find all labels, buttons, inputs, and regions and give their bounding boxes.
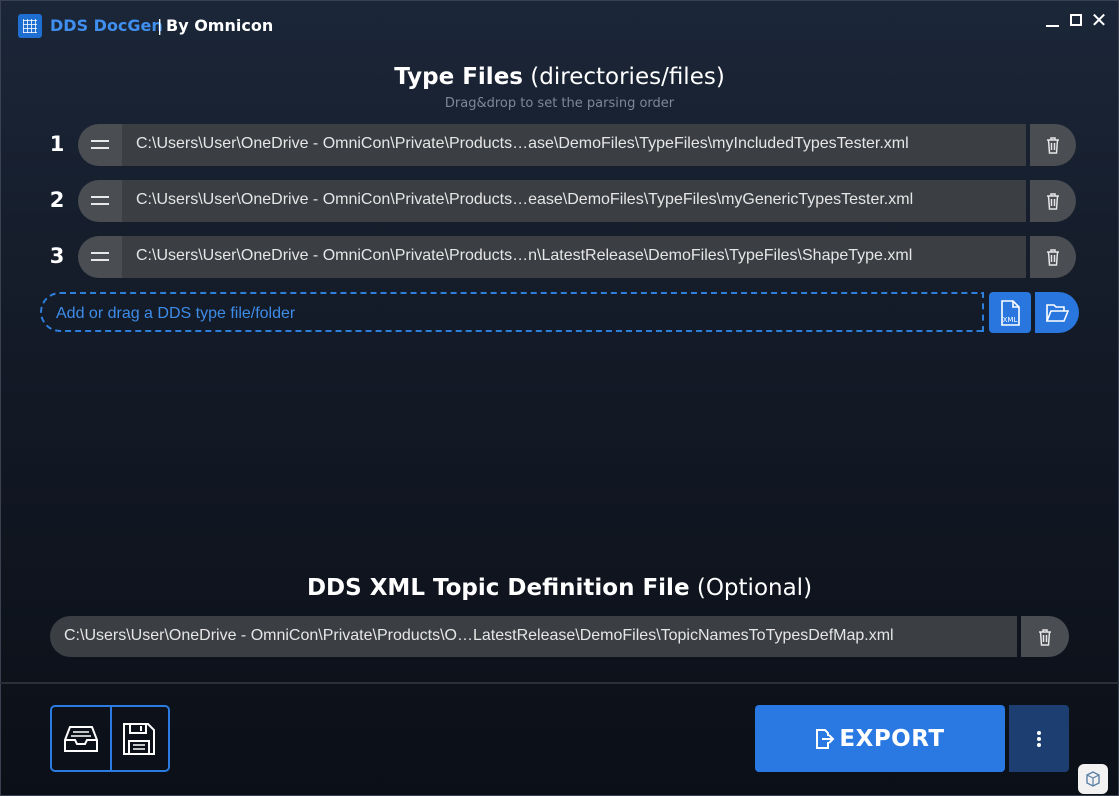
topic-file-row: C:\Users\User\OneDrive - OmniCon\Private… [50, 616, 1069, 657]
delete-topic-file-button[interactable] [1021, 616, 1069, 657]
topic-file-title: DDS XML Topic Definition File [306, 575, 690, 601]
add-xml-file-button[interactable]: XML [989, 292, 1031, 333]
add-folder-button[interactable] [1035, 292, 1079, 333]
omnicon-logo-icon [1086, 771, 1100, 787]
row-index: 1 [49, 132, 65, 156]
omnicon-badge-icon[interactable] [1078, 764, 1108, 794]
minimize-icon[interactable] [1042, 10, 1062, 30]
file-export-icon [816, 728, 835, 749]
app-name: DDS DocGen [50, 16, 163, 35]
window-border [0, 0, 1119, 796]
file-path-text: C:\Users\User\OneDrive - OmniCon\Private… [136, 247, 913, 264]
drag-handle-icon[interactable] [78, 124, 122, 166]
load-config-button[interactable] [52, 707, 112, 770]
more-options-button[interactable] [1009, 705, 1069, 772]
app-logo-icon [18, 14, 42, 38]
xml-badge-text: XML [1003, 316, 1018, 324]
topic-file-heading: DDS XML Topic Definition File (Optional) [0, 575, 1119, 601]
file-path-field[interactable]: C:\Users\User\OneDrive - OmniCon\Private… [122, 180, 1026, 222]
kebab-menu-icon [1037, 730, 1041, 747]
type-files-subtitle: (directories/files) [530, 64, 725, 90]
add-placeholder-text: Add or drag a DDS type file/folder [56, 305, 296, 322]
trash-icon [1047, 137, 1059, 154]
drag-hint: Drag&drop to set the parsing order [444, 96, 675, 111]
add-type-file-dropzone[interactable]: Add or drag a DDS type file/folder [40, 292, 984, 332]
footer-divider [0, 682, 1119, 684]
load-save-group [50, 705, 170, 772]
by-label: By Omnicon [166, 16, 274, 35]
export-button[interactable]: EXPORT [755, 705, 1005, 772]
type-files-title: Type Files [394, 64, 523, 90]
export-label: EXPORT [839, 725, 945, 752]
xml-file-icon: XML [1001, 299, 1020, 326]
close-icon[interactable]: ✕ [1089, 10, 1109, 30]
maximize-icon[interactable] [1066, 10, 1086, 30]
trash-icon [1047, 249, 1059, 266]
delete-file-button[interactable] [1030, 236, 1076, 278]
type-file-row: 1 C:\Users\User\OneDrive - OmniCon\Priva… [40, 124, 1079, 166]
file-path-field[interactable]: C:\Users\User\OneDrive - OmniCon\Private… [122, 236, 1026, 278]
topic-file-path-text: C:\Users\User\OneDrive - OmniCon\Private… [64, 627, 894, 644]
topic-file-path-field[interactable]: C:\Users\User\OneDrive - OmniCon\Private… [50, 616, 1017, 657]
delete-file-button[interactable] [1030, 124, 1076, 166]
type-file-row: 2 C:\Users\User\OneDrive - OmniCon\Priva… [40, 180, 1079, 222]
row-index: 2 [49, 188, 65, 212]
file-path-text: C:\Users\User\OneDrive - OmniCon\Private… [136, 135, 909, 152]
title-separator: | [157, 16, 163, 35]
delete-file-button[interactable] [1030, 180, 1076, 222]
file-path-field[interactable]: C:\Users\User\OneDrive - OmniCon\Private… [122, 124, 1026, 166]
trash-icon [1047, 193, 1059, 210]
title-bar: DDS DocGen | By Omnicon ✕ [0, 0, 1119, 50]
drag-handle-icon[interactable] [78, 180, 122, 222]
trash-icon [1039, 628, 1051, 646]
inbox-tray-icon [64, 725, 98, 752]
type-file-row: 3 C:\Users\User\OneDrive - OmniCon\Priva… [40, 236, 1079, 278]
topic-file-subtitle: (Optional) [696, 575, 813, 601]
folder-open-icon [1045, 303, 1069, 322]
file-path-text: C:\Users\User\OneDrive - OmniCon\Private… [136, 191, 914, 208]
type-files-heading: Type Files (directories/files) [0, 64, 1119, 90]
drag-handle-icon[interactable] [78, 236, 122, 278]
save-config-button[interactable] [110, 707, 168, 770]
row-index: 3 [49, 244, 65, 268]
floppy-disk-icon [123, 722, 155, 755]
